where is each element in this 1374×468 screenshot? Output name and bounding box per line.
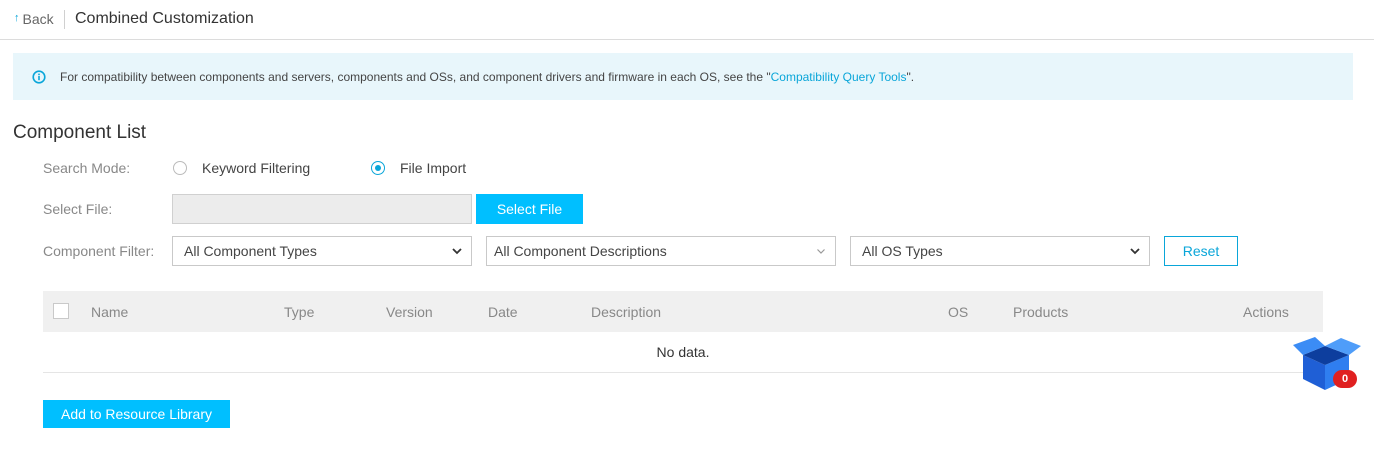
back-label: Back <box>22 11 54 27</box>
select-file-button[interactable]: Select File <box>476 194 583 224</box>
add-to-resource-library-button[interactable]: Add to Resource Library <box>43 400 230 428</box>
radio-circle[interactable] <box>173 161 187 175</box>
column-header-products[interactable]: Products <box>1013 304 1068 320</box>
radio-circle-selected[interactable] <box>371 161 385 175</box>
notice-text: For compatibility between components and… <box>60 70 914 84</box>
cart-count-badge: 0 <box>1333 370 1357 388</box>
chevron-down-icon <box>817 249 825 254</box>
back-arrow-icon: ↑ <box>14 12 20 24</box>
notice-text-after: ". <box>906 70 915 84</box>
select-all-checkbox[interactable] <box>53 303 69 319</box>
select-file-label: Select File: <box>43 201 113 217</box>
chevron-down-icon <box>1130 248 1140 255</box>
top-bar: ↑ Back Combined Customization <box>0 0 1374 40</box>
file-path-input[interactable] <box>172 194 472 224</box>
column-header-name[interactable]: Name <box>91 304 128 320</box>
radio-label: Keyword Filtering <box>202 160 311 176</box>
table-header: Name Type Version Date Description OS Pr… <box>43 291 1323 332</box>
column-header-actions: Actions <box>1243 304 1289 320</box>
notice-text-before: For compatibility between components and… <box>60 70 771 84</box>
back-link[interactable]: ↑ Back <box>14 11 54 27</box>
reset-button[interactable]: Reset <box>1164 236 1238 266</box>
column-header-os[interactable]: OS <box>948 304 968 320</box>
component-description-select[interactable]: All Component Descriptions <box>486 236 836 266</box>
column-header-version[interactable]: Version <box>386 304 433 320</box>
section-title: Component List <box>13 122 147 143</box>
empty-table-message: No data. <box>43 332 1323 373</box>
radio-label: File Import <box>400 160 467 176</box>
component-description-value: All Component Descriptions <box>494 243 667 259</box>
component-type-value: All Component Types <box>184 243 317 259</box>
column-header-date[interactable]: Date <box>488 304 518 320</box>
component-type-select[interactable]: All Component Types <box>172 236 472 266</box>
compatibility-query-tools-link[interactable]: Compatibility Query Tools <box>771 70 907 84</box>
column-header-description[interactable]: Description <box>591 304 661 320</box>
compatibility-notice: For compatibility between components and… <box>13 53 1353 100</box>
os-type-select[interactable]: All OS Types <box>850 236 1150 266</box>
chevron-down-icon <box>452 248 462 255</box>
radio-file-import[interactable]: File Import <box>371 160 466 176</box>
component-cart[interactable]: 0 <box>1289 333 1363 393</box>
column-header-type[interactable]: Type <box>284 304 314 320</box>
os-type-value: All OS Types <box>862 243 943 259</box>
page-title: Combined Customization <box>75 10 254 27</box>
component-filter-label: Component Filter: <box>43 243 155 259</box>
radio-keyword-filtering[interactable]: Keyword Filtering <box>173 160 310 176</box>
divider <box>64 10 65 29</box>
search-mode-label: Search Mode: <box>43 160 131 176</box>
info-icon <box>32 70 46 84</box>
